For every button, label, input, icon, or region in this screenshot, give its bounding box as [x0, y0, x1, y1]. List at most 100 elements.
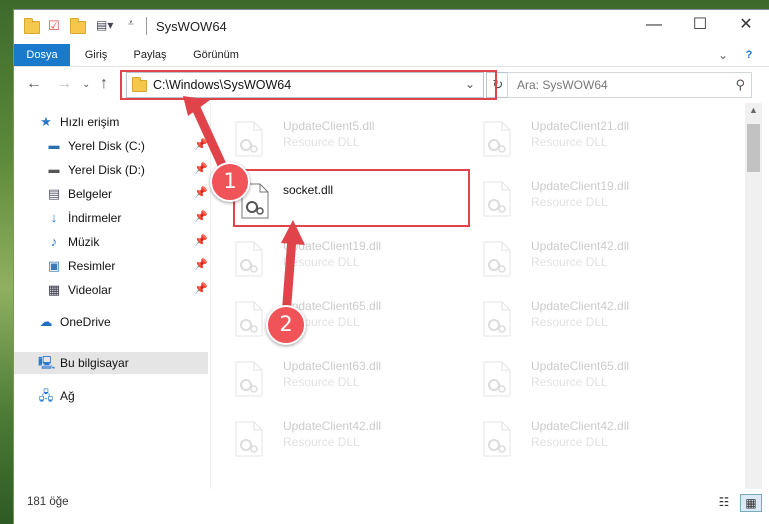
- address-bar-highlight: [120, 70, 497, 100]
- file-type: Resource DLL: [531, 435, 608, 449]
- file-type: Resource DLL: [531, 255, 608, 269]
- file-tile[interactable]: UpdateClient65.dll Resource DLL: [468, 351, 698, 407]
- folder-icon: [24, 18, 40, 34]
- film-icon: ▦: [47, 282, 61, 297]
- file-tile[interactable]: UpdateClient19.dll Resource DLL: [468, 171, 698, 227]
- pin-icon: 📌: [194, 139, 208, 151]
- ribbon: Dosya Giriş Paylaş Görünüm ⌄ ?: [14, 44, 769, 67]
- file-type: Resource DLL: [283, 375, 360, 389]
- file-name: UpdateClient65.dll: [531, 359, 630, 373]
- sidebar-item-music[interactable]: ♪ Müzik 📌: [14, 231, 208, 253]
- sidebar-item-quick-access[interactable]: ★ Hızlı erişim: [14, 111, 208, 133]
- cloud-icon: ☁: [39, 314, 53, 329]
- dll-file-icon: [483, 361, 511, 397]
- network-icon: 🖧: [38, 388, 54, 403]
- file-name: UpdateClient42.dll: [531, 419, 630, 433]
- sidebar-item-pictures[interactable]: ▣ Resimler 📌: [14, 255, 208, 277]
- scrollbar-thumb[interactable]: [747, 124, 760, 172]
- file-tile[interactable]: UpdateClient5.dll Resource DLL: [220, 111, 450, 167]
- up-arrow-icon[interactable]: ↑: [100, 75, 108, 93]
- sidebar-item-label: Ağ: [60, 389, 75, 403]
- pin-icon: 📌: [194, 235, 208, 247]
- sidebar-item-label: Videolar: [68, 283, 112, 297]
- file-name: UpdateClient21.dll: [531, 119, 630, 133]
- search-input[interactable]: Ara: SysWOW64: [517, 78, 608, 92]
- forward-arrow-icon[interactable]: →: [56, 75, 72, 93]
- back-arrow-icon[interactable]: ←: [26, 75, 42, 93]
- document-icon: ▤: [47, 186, 61, 201]
- dll-file-icon: [235, 121, 263, 157]
- dll-file-icon: [483, 241, 511, 277]
- sidebar-item-downloads[interactable]: ↓ İndirmeler 📌: [14, 207, 208, 229]
- title-bar: ☑ ▤▾ ⩡ SysWOW64 — ☐ ✕: [14, 10, 769, 44]
- search-icon[interactable]: ⚲: [735, 77, 745, 93]
- file-name: UpdateClient19.dll: [531, 179, 630, 193]
- quick-access-menu-icon[interactable]: ▤▾: [96, 18, 113, 34]
- tab-share[interactable]: Paylaş: [127, 44, 173, 66]
- file-tile[interactable]: UpdateClient42.dll Resource DLL: [468, 411, 698, 467]
- dll-file-icon: [235, 241, 263, 277]
- sidebar-item-label: Bu bilgisayar: [60, 356, 129, 370]
- close-button[interactable]: ✕: [723, 10, 769, 40]
- sidebar-item-label: Resimler: [68, 259, 116, 273]
- drive-icon: ▬: [48, 140, 60, 152]
- computer-icon: 🖳: [38, 355, 56, 370]
- file-type: Resource DLL: [531, 135, 608, 149]
- sidebar-item-onedrive[interactable]: ☁ OneDrive: [14, 311, 208, 333]
- dll-file-icon: [235, 421, 263, 457]
- status-bar: 181 öğe ☷ ▦: [14, 490, 769, 524]
- file-tile[interactable]: UpdateClient21.dll Resource DLL: [468, 111, 698, 167]
- recent-locations-icon[interactable]: ⌄: [82, 79, 90, 90]
- tab-view[interactable]: Görünüm: [186, 44, 246, 66]
- picture-icon: ▣: [47, 258, 61, 273]
- new-folder-icon[interactable]: [70, 18, 86, 34]
- file-name: UpdateClient63.dll: [283, 359, 382, 373]
- vertical-scrollbar[interactable]: ▲: [745, 103, 762, 489]
- pin-icon: 📌: [194, 259, 208, 271]
- file-tile[interactable]: UpdateClient42.dll Resource DLL: [468, 291, 698, 347]
- file-list: UpdateClient5.dll Resource DLL UpdateCli…: [220, 103, 744, 489]
- drive-icon: ▬: [48, 164, 60, 176]
- file-tile[interactable]: UpdateClient63.dll Resource DLL: [220, 351, 450, 407]
- dll-file-icon: [483, 421, 511, 457]
- file-name: UpdateClient42.dll: [283, 419, 382, 433]
- file-type: Resource DLL: [283, 435, 360, 449]
- help-button[interactable]: ?: [741, 44, 757, 66]
- tab-home[interactable]: Giriş: [78, 44, 114, 66]
- file-tile[interactable]: UpdateClient42.dll Resource DLL: [220, 411, 450, 467]
- item-count: 181 öğe: [27, 496, 69, 508]
- maximize-button[interactable]: ☐: [677, 10, 723, 40]
- dll-file-icon: [483, 181, 511, 217]
- dll-file-icon: [235, 361, 263, 397]
- properties-check-icon[interactable]: ☑: [48, 18, 64, 34]
- socket-dll-highlight: [233, 169, 470, 227]
- details-view-icon[interactable]: ☷: [714, 494, 734, 510]
- search-box[interactable]: Ara: SysWOW64 ⚲: [507, 72, 752, 98]
- sidebar-item-label: Yerel Disk (D:): [68, 163, 145, 177]
- step-badge-1: 1: [210, 162, 250, 202]
- scroll-up-icon[interactable]: ▲: [749, 105, 758, 115]
- file-tile[interactable]: UpdateClient65.dll Resource DLL: [220, 291, 450, 347]
- expand-ribbon-icon[interactable]: ⌄: [716, 44, 730, 66]
- pin-icon: 📌: [194, 163, 208, 175]
- large-icons-view-icon[interactable]: ▦: [740, 494, 762, 512]
- file-tile[interactable]: UpdateClient42.dll Resource DLL: [468, 231, 698, 287]
- file-name: UpdateClient42.dll: [531, 239, 630, 253]
- sidebar-item-this-pc[interactable]: 🖳 Bu bilgisayar: [14, 352, 208, 374]
- sidebar-item-label: Müzik: [68, 235, 100, 249]
- sidebar-item-videos[interactable]: ▦ Videolar 📌: [14, 279, 208, 301]
- file-name: UpdateClient5.dll: [283, 119, 375, 133]
- customize-toolbar-icon[interactable]: ⩡: [128, 18, 144, 34]
- sidebar-item-network[interactable]: 🖧 Ağ: [14, 385, 208, 407]
- tab-file[interactable]: Dosya: [14, 44, 70, 66]
- step-badge-2: 2: [266, 305, 306, 345]
- file-type: Resource DLL: [283, 255, 360, 269]
- file-name: UpdateClient42.dll: [531, 299, 630, 313]
- minimize-button[interactable]: —: [631, 10, 677, 40]
- sidebar-item-documents[interactable]: ▤ Belgeler 📌: [14, 183, 208, 205]
- sidebar-item-label: OneDrive: [60, 315, 111, 329]
- file-tile[interactable]: UpdateClient19.dll Resource DLL: [220, 231, 450, 287]
- sidebar-item-local-disk-d[interactable]: ▬ Yerel Disk (D:) 📌: [14, 159, 208, 181]
- file-type: Resource DLL: [531, 315, 608, 329]
- sidebar-item-local-disk-c[interactable]: ▬ Yerel Disk (C:) 📌: [14, 135, 208, 157]
